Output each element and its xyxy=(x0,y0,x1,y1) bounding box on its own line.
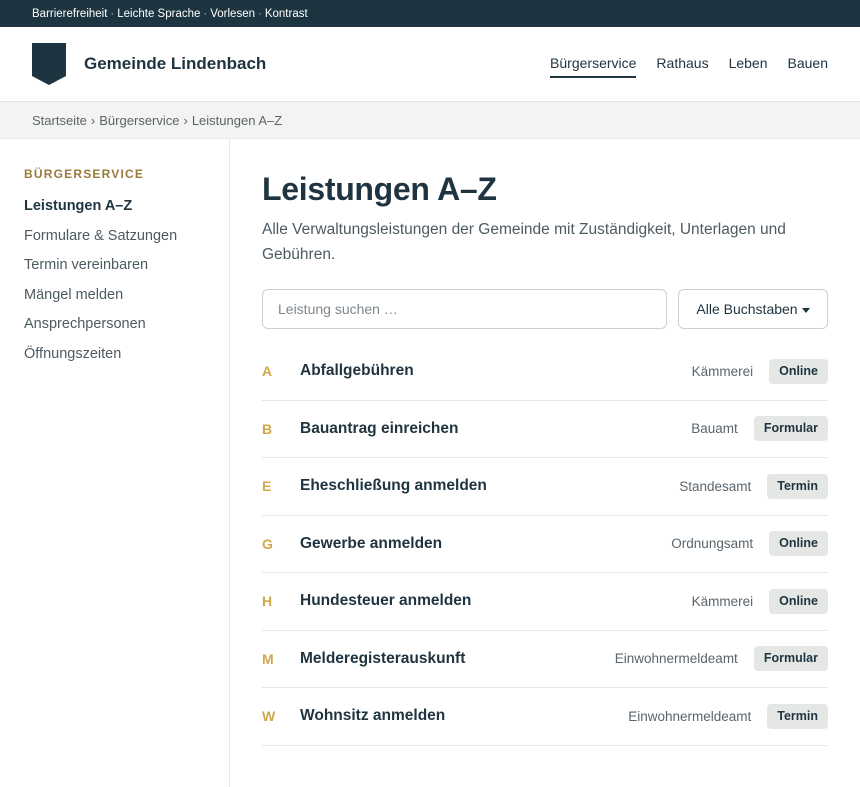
service-office: Einwohnermeldeamt xyxy=(628,708,752,724)
service-link[interactable]: Wohnsitz anmelden xyxy=(300,707,445,725)
utility-link-accessibility[interactable]: Barrierefreiheit xyxy=(32,8,107,20)
service-badge: Termin xyxy=(767,473,828,499)
service-link[interactable]: Gewerbe anmelden xyxy=(300,535,442,553)
sidebar-item-oeffnungszeiten[interactable]: Öffnungszeiten xyxy=(24,340,229,370)
sidebar-item-formulare[interactable]: Formulare & Satzungen xyxy=(24,222,229,252)
service-badge: Formular xyxy=(753,416,828,442)
service-badge: Online xyxy=(769,531,828,557)
filter-bar: Alle Buchstaben xyxy=(262,289,828,329)
breadcrumb-separator: › xyxy=(90,112,96,128)
service-office: Bauamt xyxy=(691,421,738,437)
service-letter: G xyxy=(262,535,273,552)
service-letter: E xyxy=(262,478,272,495)
service-badge: Formular xyxy=(753,646,828,672)
sidebar-title: BÜRGERSERVICE xyxy=(24,167,145,181)
site-name[interactable]: Gemeinde Lindenbach xyxy=(84,54,266,74)
service-link[interactable]: Eheschließung anmelden xyxy=(300,477,487,495)
caret-down-icon xyxy=(801,307,810,313)
main-content: Leistungen A–Z Alle Verwaltungsleistunge… xyxy=(230,139,860,787)
service-row: H Hundesteuer anmelden Kämmerei Online xyxy=(262,573,828,631)
page-lead: Alle Verwaltungsleistungen der Gemeinde … xyxy=(262,221,786,263)
utility-bar: Barrierefreiheit · Leichte Sprache · Vor… xyxy=(0,0,860,27)
nav-item-buergerservice[interactable]: Bürgerservice xyxy=(550,51,637,78)
search-input[interactable] xyxy=(262,289,667,329)
service-letter: A xyxy=(262,363,273,380)
nav-item-bauen[interactable]: Bauen xyxy=(788,51,828,78)
letter-filter-value: Alle Buchstaben xyxy=(696,301,798,317)
site-header: Gemeinde Lindenbach Bürgerservice Rathau… xyxy=(0,27,860,102)
service-office: Ordnungsamt xyxy=(671,536,754,552)
service-badge: Online xyxy=(769,358,828,384)
sidebar-item-maengel[interactable]: Mängel melden xyxy=(24,281,229,311)
service-letter: W xyxy=(262,708,276,725)
service-badge: Online xyxy=(769,588,828,614)
service-row: G Gewerbe anmelden Ordnungsamt Online xyxy=(262,516,828,573)
service-badge: Termin xyxy=(767,703,828,729)
utility-separator: · xyxy=(110,7,115,20)
utility-separator: · xyxy=(258,7,262,20)
sidebar-item-termin[interactable]: Termin vereinbaren xyxy=(24,251,229,281)
sidebar-item-ansprechpersonen[interactable]: Ansprechpersonen xyxy=(24,310,229,340)
breadcrumb-home[interactable]: Startseite xyxy=(32,113,87,128)
nav-item-rathaus[interactable]: Rathaus xyxy=(656,51,708,78)
service-link[interactable]: Bauantrag einreichen xyxy=(300,420,459,438)
page-title: Leistungen A–Z xyxy=(262,171,497,207)
service-list: A Abfallgebühren Kämmerei Online B Bauan… xyxy=(262,343,828,746)
utility-separator: · xyxy=(203,7,208,20)
service-office: Kämmerei xyxy=(691,593,754,609)
utility-link-contrast[interactable]: Kontrast xyxy=(265,8,308,20)
shield-crest-icon[interactable] xyxy=(32,43,66,85)
service-office: Standesamt xyxy=(679,478,752,494)
main-nav: Bürgerservice Rathaus Leben Bauen xyxy=(550,27,828,101)
sidebar-item-leistungen[interactable]: Leistungen A–Z xyxy=(24,192,229,222)
service-letter: B xyxy=(262,420,273,437)
service-office: Einwohnermeldeamt xyxy=(614,651,738,667)
service-row: W Wohnsitz anmelden Einwohnermeldeamt Te… xyxy=(262,688,828,746)
utility-link-read-aloud[interactable]: Vorlesen xyxy=(210,8,255,20)
service-row: M Melderegisterauskunft Einwohnermeldeam… xyxy=(262,631,828,688)
service-row: A Abfallgebühren Kämmerei Online xyxy=(262,343,828,401)
breadcrumb: Startseite › Bürgerservice › Leistungen … xyxy=(0,102,860,139)
service-letter: H xyxy=(262,593,273,610)
service-link[interactable]: Melderegisterauskunft xyxy=(300,650,465,668)
nav-item-leben[interactable]: Leben xyxy=(729,51,768,78)
page-layout: BÜRGERSERVICE Leistungen A–Z Formulare &… xyxy=(0,139,860,787)
breadcrumb-separator: › xyxy=(183,112,188,128)
service-letter: M xyxy=(262,650,274,667)
service-link[interactable]: Abfallgebühren xyxy=(300,362,414,380)
sidebar: BÜRGERSERVICE Leistungen A–Z Formulare &… xyxy=(0,139,230,787)
breadcrumb-current: Leistungen A–Z xyxy=(191,112,283,128)
service-office: Kämmerei xyxy=(691,363,754,379)
letter-filter-dropdown[interactable]: Alle Buchstaben xyxy=(678,289,828,329)
service-link[interactable]: Hundesteuer anmelden xyxy=(300,592,471,610)
service-row: B Bauantrag einreichen Bauamt Formular xyxy=(262,401,828,458)
breadcrumb-buergerservice[interactable]: Bürgerservice xyxy=(99,113,179,128)
utility-link-easy-language[interactable]: Leichte Sprache xyxy=(117,8,200,20)
service-row: E Eheschließung anmelden Standesamt Term… xyxy=(262,458,828,516)
